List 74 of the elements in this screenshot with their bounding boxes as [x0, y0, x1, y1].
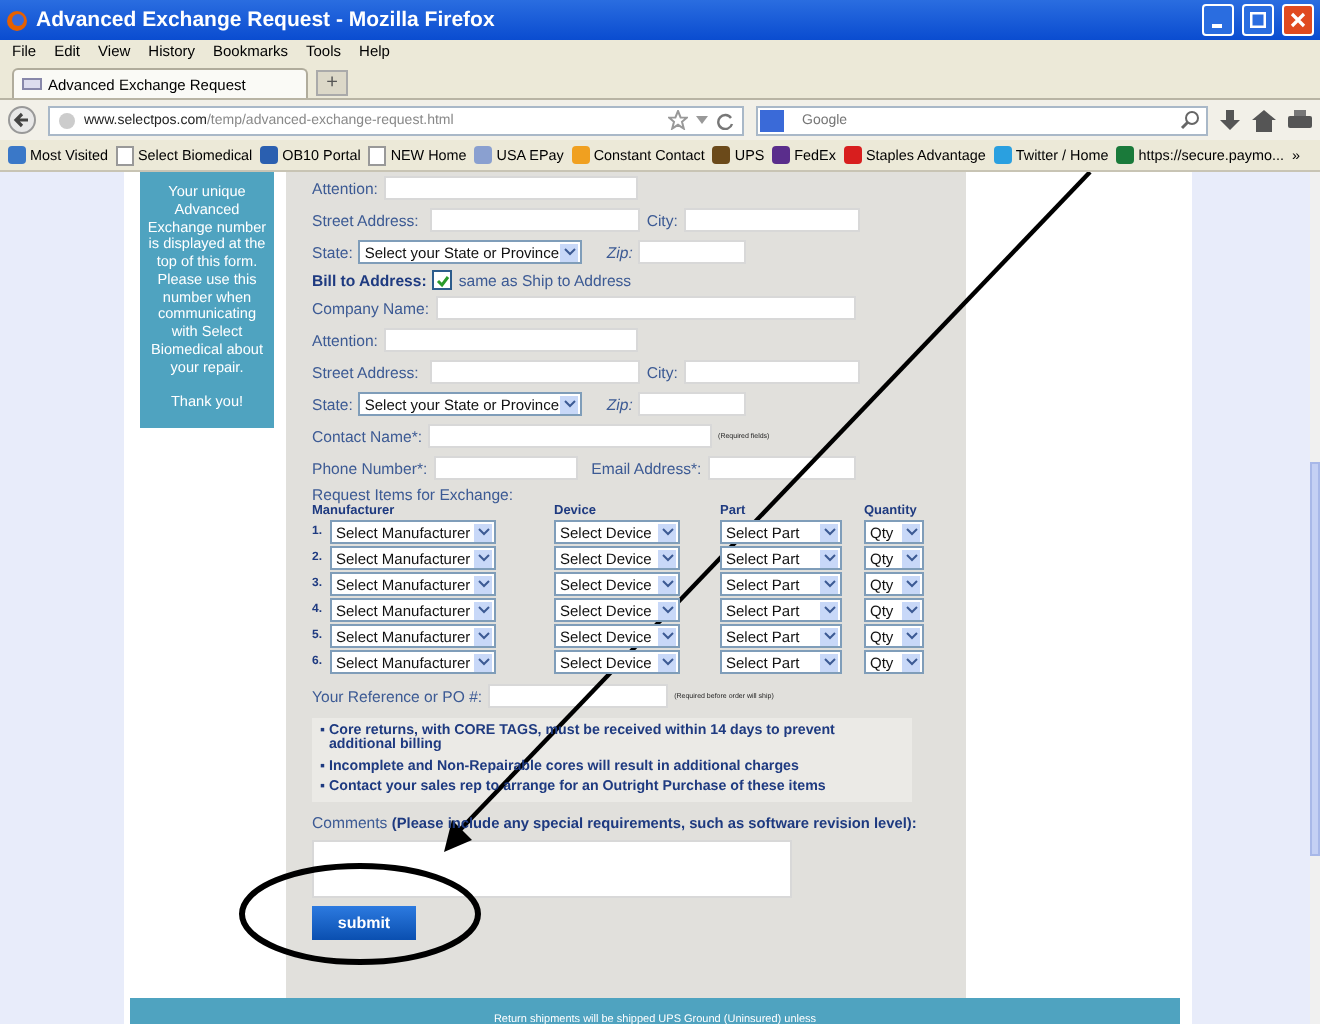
input-field[interactable]	[488, 684, 669, 708]
site-icon	[8, 146, 26, 164]
input-field[interactable]	[707, 456, 856, 480]
chevron-icon	[477, 606, 489, 614]
comments-field[interactable]	[312, 839, 792, 898]
home-icon	[1252, 109, 1276, 131]
site-icon	[843, 146, 862, 164]
browser-logo-icon	[6, 9, 28, 31]
site-icon	[1116, 146, 1135, 164]
dropdown-arrow-icon	[696, 116, 708, 124]
site-icon	[712, 146, 731, 164]
input-field[interactable]	[433, 456, 578, 480]
chevron-icon	[563, 400, 576, 408]
chevron-icon	[905, 580, 917, 588]
chevron-icon	[661, 554, 673, 562]
chevron-icon	[661, 528, 673, 536]
page-icon	[22, 78, 42, 90]
chevron-icon	[477, 554, 489, 562]
close-button[interactable]	[1282, 4, 1314, 36]
chevron-icon	[823, 632, 835, 640]
chevron-icon	[905, 632, 917, 640]
site-icon	[571, 146, 590, 164]
chevron-icon	[661, 606, 673, 614]
maximize-icon	[1250, 12, 1266, 28]
submit-button[interactable]: submit	[312, 905, 416, 940]
chevron-icon	[477, 632, 489, 640]
chevron-icon	[823, 606, 835, 614]
page-icon	[368, 145, 387, 165]
search-engine-icon	[760, 109, 784, 131]
input-field[interactable]	[430, 360, 641, 384]
chevron-icon	[905, 658, 917, 666]
site-icon	[260, 146, 279, 164]
input-field[interactable]	[383, 328, 638, 352]
chevron-icon	[661, 658, 673, 666]
input-field[interactable]	[683, 360, 860, 384]
input-field[interactable]	[428, 424, 713, 448]
window-title: Advanced Exchange Request - Mozilla Firefox	[36, 8, 497, 32]
back-arrow-icon	[8, 106, 36, 134]
page-icon	[116, 145, 135, 165]
site-icon	[772, 146, 791, 164]
chevron-icon	[905, 554, 917, 562]
chevron-icon	[661, 580, 673, 588]
globe-icon	[58, 111, 76, 129]
close-icon	[1290, 12, 1306, 28]
download-icon	[1220, 109, 1240, 131]
new-tab-button[interactable]: +	[316, 70, 348, 96]
minimize-button[interactable]	[1202, 4, 1234, 36]
site-icon	[993, 146, 1012, 164]
chevron-icon	[661, 632, 673, 640]
chevron-icon	[477, 580, 489, 588]
input-field[interactable]	[430, 208, 641, 232]
site-icon	[474, 146, 493, 164]
print-icon	[1288, 109, 1312, 131]
input-field[interactable]	[638, 240, 747, 264]
chevron-icon	[823, 554, 835, 562]
checkmark-icon	[435, 273, 450, 287]
star-icon	[668, 110, 688, 130]
input-field[interactable]	[683, 208, 860, 232]
chevron-icon	[905, 606, 917, 614]
maximize-button[interactable]	[1242, 4, 1274, 36]
input-field[interactable]	[638, 392, 747, 416]
chevron-icon	[905, 528, 917, 536]
search-icon	[1180, 110, 1200, 130]
reload-icon	[716, 111, 734, 129]
chevron-icon	[477, 658, 489, 666]
chevron-icon	[823, 528, 835, 536]
chevron-icon	[563, 248, 576, 256]
checkbox[interactable]	[432, 270, 453, 290]
scrollbar[interactable]	[1310, 172, 1320, 1024]
chevron-icon	[477, 528, 489, 536]
chevron-icon	[823, 658, 835, 666]
input-field[interactable]	[435, 296, 855, 320]
input-field[interactable]	[383, 176, 638, 200]
chevron-icon	[823, 580, 835, 588]
